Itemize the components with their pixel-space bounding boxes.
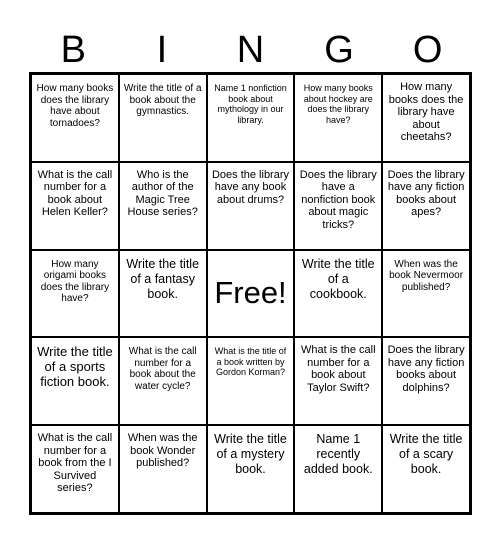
bingo-cell[interactable]: When was the book Wonder published? [118,425,207,513]
bingo-cell[interactable]: Does the library have any book about dru… [206,161,295,250]
bingo-cell[interactable]: When was the book Nevermoor published? [382,249,470,338]
bingo-cell[interactable]: Does the library have any fiction books … [382,337,470,426]
bingo-cell[interactable]: What is the call number for a book about… [118,337,207,426]
bingo-cell[interactable]: How many books does the library have abo… [382,74,470,162]
bingo-cell[interactable]: Write the title of a fantasy book. [118,249,207,338]
bingo-cell[interactable]: What is the call number for a book about… [31,161,119,250]
bingo-cell[interactable]: How many books does the library have abo… [31,74,119,162]
header-letter-n: N [236,29,265,71]
bingo-cell[interactable]: How many origami books does the library … [31,249,119,338]
bingo-cell[interactable]: Name 1 nonfiction book about mythology i… [206,74,295,162]
header-letter-i: I [156,29,168,71]
bingo-cell[interactable]: What is the title of a book written by G… [206,337,295,426]
bingo-cell[interactable]: What is the call number for a book from … [31,425,119,513]
bingo-cell[interactable]: Who is the author of the Magic Tree Hous… [118,161,207,250]
bingo-cell[interactable]: Does the library have any fiction books … [382,161,470,250]
header-letter-b: B [60,29,86,71]
bingo-cell[interactable]: Write the title of a book about the gymn… [118,74,207,162]
bingo-cell[interactable]: Write the title of a scary book. [382,425,470,513]
bingo-cell[interactable]: Write the title of a mystery book. [206,425,295,513]
free-space[interactable]: Free! [206,249,295,338]
bingo-cell[interactable]: Write the title of a sports fiction book… [31,337,119,426]
bingo-cell[interactable]: Does the library have a nonfiction book … [294,161,383,250]
bingo-grid: How many books does the library have abo… [29,72,472,515]
bingo-cell[interactable]: Write the title of a cookbook. [294,249,383,338]
header-letter-o: O [412,29,443,71]
bingo-header: B I N G O [29,28,472,72]
bingo-cell[interactable]: What is the call number for a book about… [294,337,383,426]
header-letter-g: G [324,29,354,71]
bingo-cell[interactable]: How many books about hockey are does the… [294,74,383,162]
bingo-cell[interactable]: Name 1 recently added book. [294,425,383,513]
